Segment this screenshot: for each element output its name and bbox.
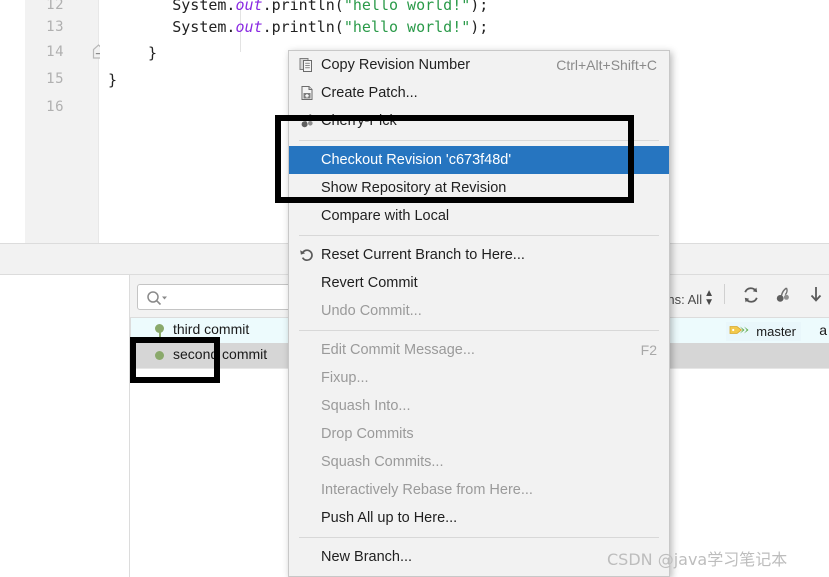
menu-item-shortcut: F2 xyxy=(640,342,657,358)
menu-item-label: Squash Into... xyxy=(321,398,411,414)
line-number: 14 xyxy=(46,44,64,60)
menu-item-icon-slot xyxy=(299,453,321,471)
branch-tag-icon xyxy=(729,323,753,340)
menu-item-shortcut: Ctrl+Alt+Shift+C xyxy=(556,57,657,73)
menu-item-icon-slot xyxy=(299,274,321,292)
menu-item-checkout-revision-c673f48d[interactable]: Checkout Revision 'c673f48d' xyxy=(289,146,669,174)
menu-item-reset-current-branch-to-here[interactable]: Reset Current Branch to Here... xyxy=(289,241,669,269)
copy-icon xyxy=(299,56,321,74)
menu-item-label: Copy Revision Number xyxy=(321,57,471,73)
menu-item-edit-commit-message: Edit Commit Message... F2 xyxy=(289,336,669,364)
menu-item-drop-commits: Drop Commits xyxy=(289,420,669,448)
menu-item-label: New Branch... xyxy=(321,549,413,565)
watermark: CSDN @java学习笔记本 xyxy=(607,550,788,569)
menu-item-label: Push All up to Here... xyxy=(321,510,458,526)
menu-item-undo-commit: Undo Commit... xyxy=(289,297,669,325)
menu-item-revert-commit[interactable]: Revert Commit xyxy=(289,269,669,297)
commit-node xyxy=(155,324,164,333)
line-number: 15 xyxy=(46,71,64,87)
menu-item-icon-slot xyxy=(299,207,321,225)
menu-item-icon-slot xyxy=(299,425,321,443)
git-branch-filter-panel[interactable] xyxy=(0,275,130,318)
menu-item-show-repository-at-revision[interactable]: Show Repository at Revision xyxy=(289,174,669,202)
search-input[interactable] xyxy=(137,284,307,310)
line-number: 12 xyxy=(46,0,64,13)
menu-item-label: Edit Commit Message... xyxy=(321,342,475,358)
menu-item-label: Drop Commits xyxy=(321,426,414,442)
menu-separator xyxy=(299,235,659,236)
menu-item-label: Interactively Rebase from Here... xyxy=(321,482,533,498)
screenshot-root: 12 13 14 15 16 System.out.println("hello… xyxy=(0,0,829,577)
menu-item-new-tag[interactable]: New Tag... xyxy=(289,571,669,577)
menu-item-squash-commits: Squash Commits... xyxy=(289,448,669,476)
spinner-arrows-icon[interactable]: ▲ ▼ xyxy=(704,289,714,308)
menu-separator xyxy=(299,330,659,331)
menu-item-label: Squash Commits... xyxy=(321,454,444,470)
reset-undo-icon xyxy=(299,246,321,264)
menu-item-icon-slot xyxy=(299,548,321,566)
line-number: 13 xyxy=(46,19,64,35)
menu-item-label: Reset Current Branch to Here... xyxy=(321,247,525,263)
menu-item-label: Create Patch... xyxy=(321,85,418,101)
menu-item-label: Fixup... xyxy=(321,370,369,386)
menu-item-copy-revision-number[interactable]: Copy Revision Number Ctrl+Alt+Shift+C xyxy=(289,51,669,79)
menu-item-label: Cherry-Pick xyxy=(321,113,397,129)
menu-item-fixup: Fixup... xyxy=(289,364,669,392)
code-brace-outer: } xyxy=(108,71,118,89)
menu-item-label: Undo Commit... xyxy=(321,303,422,319)
branch-tag-chip[interactable]: master xyxy=(726,322,801,341)
editor-left-margin xyxy=(0,0,25,243)
menu-item-label: Revert Commit xyxy=(321,275,418,291)
commit-message: second commit xyxy=(173,346,268,362)
menu-item-label: Show Repository at Revision xyxy=(321,180,507,196)
commit-graph-cell xyxy=(141,343,165,368)
commit-graph-cell xyxy=(141,318,165,348)
code-line-12: System.out.println("hello world!"); xyxy=(172,0,489,14)
filter-paths-value: All xyxy=(687,292,703,307)
menu-item-cherry-pick[interactable]: Cherry-Pick xyxy=(289,107,669,135)
menu-separator xyxy=(299,537,659,538)
menu-item-interactively-rebase-from-here: Interactively Rebase from Here... xyxy=(289,476,669,504)
menu-item-icon-slot xyxy=(299,179,321,197)
create-patch-icon xyxy=(299,84,321,102)
cherry-pick-icon[interactable] xyxy=(774,285,794,310)
branch-tag-label: master xyxy=(756,324,796,339)
editor-gutter[interactable]: 12 13 14 15 16 xyxy=(25,0,99,243)
menu-item-create-patch[interactable]: Create Patch... xyxy=(289,79,669,107)
menu-item-label: Checkout Revision 'c673f48d' xyxy=(321,152,512,168)
menu-item-squash-into: Squash Into... xyxy=(289,392,669,420)
git-log-left-pane xyxy=(0,318,130,577)
download-icon[interactable] xyxy=(807,285,825,310)
code-line-13: System.out.println("hello world!"); xyxy=(172,18,489,36)
menu-item-compare-with-local[interactable]: Compare with Local xyxy=(289,202,669,230)
commit-author-truncated: a xyxy=(819,322,827,338)
menu-item-label: Compare with Local xyxy=(321,208,450,224)
menu-separator xyxy=(299,140,659,141)
cherry-pick-icon xyxy=(299,112,321,130)
menu-item-icon-slot xyxy=(299,151,321,169)
search-icon xyxy=(146,290,168,311)
refresh-icon[interactable] xyxy=(741,285,761,310)
commit-node xyxy=(155,351,164,360)
menu-item-icon-slot xyxy=(299,509,321,527)
menu-item-icon-slot xyxy=(299,369,321,387)
line-number: 16 xyxy=(46,99,64,115)
menu-item-push-all-up-to-here[interactable]: Push All up to Here... xyxy=(289,504,669,532)
code-brace-inner: } xyxy=(148,44,158,62)
menu-item-icon-slot xyxy=(299,481,321,499)
menu-item-icon-slot xyxy=(299,302,321,320)
commit-message: third commit xyxy=(173,321,250,337)
menu-item-icon-slot xyxy=(299,397,321,415)
toolbar-separator xyxy=(724,284,725,304)
git-commit-context-menu[interactable]: Copy Revision Number Ctrl+Alt+Shift+C Crea… xyxy=(288,50,670,577)
menu-item-icon-slot xyxy=(299,341,321,359)
